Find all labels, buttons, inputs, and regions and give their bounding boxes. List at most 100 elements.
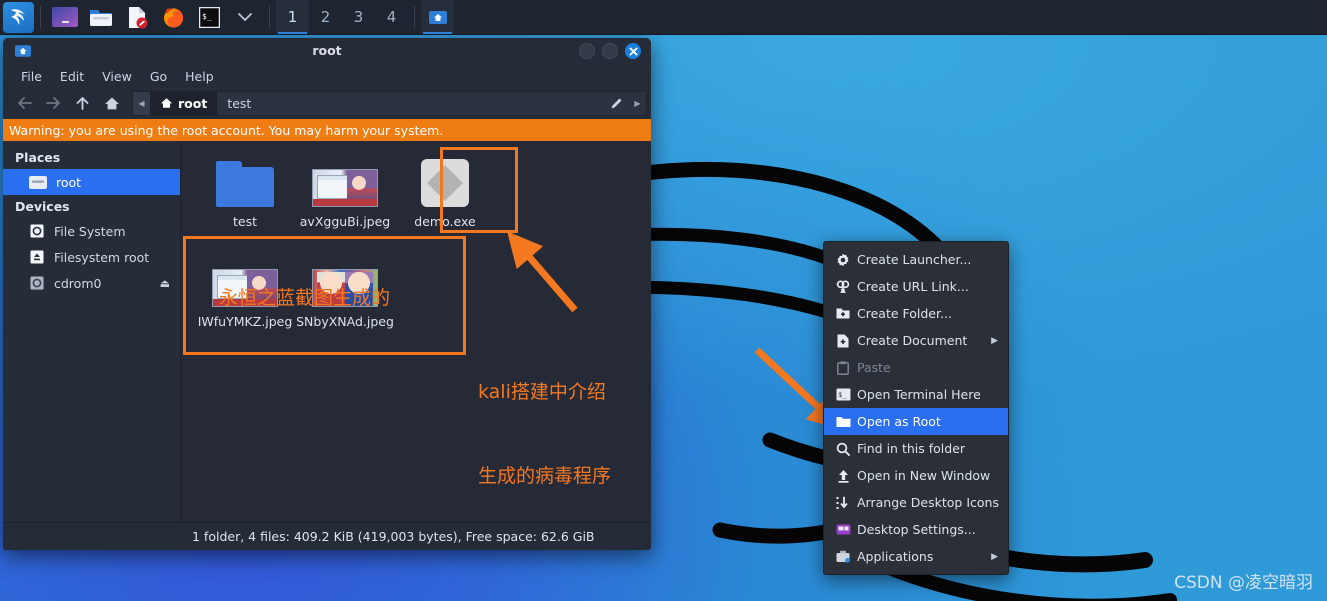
home-button[interactable] <box>98 91 125 115</box>
home-icon <box>160 97 173 109</box>
file-thumb <box>216 151 274 207</box>
sidebar-item-file-system[interactable]: File System <box>3 218 180 244</box>
quick-launch-file-manager[interactable] <box>86 2 116 32</box>
context-item-create-document[interactable]: Create Document ▶ <box>824 327 1008 354</box>
breadcrumb-empty-area[interactable] <box>261 92 603 115</box>
context-item-label: Open Terminal Here <box>857 387 981 402</box>
eject-icon[interactable]: ⏏ <box>160 277 170 290</box>
link-icon <box>833 280 853 294</box>
workspace-4[interactable]: 4 <box>375 0 408 34</box>
quick-launch-root-terminal[interactable]: $_ <box>194 2 224 32</box>
context-item-label: Paste <box>857 360 891 375</box>
workspace-4-label: 4 <box>387 8 397 26</box>
minimize-button[interactable] <box>579 43 595 59</box>
workspace-3[interactable]: 3 <box>342 0 375 34</box>
taskbar-separator-3 <box>414 6 415 28</box>
kali-menu-button[interactable] <box>3 2 34 33</box>
up-button[interactable] <box>69 91 96 115</box>
monitor-icon <box>833 524 853 536</box>
upload-arrow-icon <box>833 469 853 483</box>
context-item-label: Create URL Link... <box>857 279 969 294</box>
context-item-label: Create Launcher... <box>857 252 971 267</box>
file-name-label: test <box>233 214 257 229</box>
maximize-button[interactable] <box>602 43 618 59</box>
workspace-3-label: 3 <box>354 8 364 26</box>
forward-button[interactable] <box>40 91 67 115</box>
arrange-icon <box>833 496 853 510</box>
folder-icon <box>89 7 113 28</box>
breadcrumb-item-test[interactable]: test <box>217 92 261 115</box>
workspace-2[interactable]: 2 <box>309 0 342 34</box>
sidebar-item-cdrom0[interactable]: cdrom0 ⏏ <box>3 270 180 296</box>
folder-open-icon <box>833 416 853 428</box>
menu-help[interactable]: Help <box>176 67 223 86</box>
context-item-open-as-root[interactable]: Open as Root <box>824 408 1008 435</box>
taskbar: $_ 1 2 3 4 <box>0 0 1327 35</box>
file-item-iwfuymkz[interactable]: IWfuYMKZ.jpeg <box>195 241 295 329</box>
menu-edit[interactable]: Edit <box>51 67 93 86</box>
window-icon-home-folder <box>15 44 31 58</box>
sidebar-item-root[interactable]: root <box>3 169 180 195</box>
menu-file[interactable]: File <box>12 67 51 86</box>
close-button[interactable] <box>625 43 641 59</box>
menu-view[interactable]: View <box>93 67 141 86</box>
harddisk-icon <box>29 223 45 239</box>
menu-bar: File Edit View Go Help <box>3 64 651 89</box>
context-item-create-url-link[interactable]: Create URL Link... <box>824 273 1008 300</box>
context-item-open-terminal-here[interactable]: $_ Open Terminal Here <box>824 381 1008 408</box>
quick-launch-terminal-emulator[interactable] <box>50 2 80 32</box>
context-item-create-folder[interactable]: Create Folder... <box>824 300 1008 327</box>
file-thumb <box>421 151 469 207</box>
root-warning-text: Warning: you are using the root account.… <box>9 123 443 138</box>
context-item-create-launcher[interactable]: Create Launcher... <box>824 246 1008 273</box>
back-button[interactable] <box>11 91 38 115</box>
quick-launch-firefox[interactable] <box>158 2 188 32</box>
file-item-avxggubi[interactable]: avXgguBi.jpeg <box>295 141 395 229</box>
menu-go[interactable]: Go <box>141 67 176 86</box>
context-item-desktop-settings[interactable]: Desktop Settings... <box>824 516 1008 543</box>
quick-launch-dropdown[interactable] <box>230 2 260 32</box>
status-bar: 1 folder, 4 files: 409.2 KiB (419,003 by… <box>3 522 651 550</box>
breadcrumb-scroll-right[interactable]: ▶ <box>629 92 646 115</box>
breadcrumb-root-label: root <box>178 96 207 111</box>
sidebar-item-filesystem-root[interactable]: Filesystem root <box>3 244 180 270</box>
context-item-label: Arrange Desktop Icons <box>857 495 999 510</box>
workspace-1[interactable]: 1 <box>276 0 309 34</box>
breadcrumb-item-root[interactable]: root <box>150 92 217 115</box>
file-list-area[interactable]: test avXgguBi.jpeg <box>181 141 651 522</box>
breadcrumb-scroll-left[interactable]: ◀ <box>133 92 150 115</box>
gear-icon <box>833 253 853 267</box>
terminal-purple-icon <box>52 7 78 27</box>
home-folder-icon <box>29 175 47 190</box>
csdn-watermark: CSDN @凌空暗羽 <box>1174 568 1313 593</box>
context-item-arrange-desktop-icons[interactable]: Arrange Desktop Icons <box>824 489 1008 516</box>
taskbar-window-button-root[interactable] <box>421 0 454 34</box>
terminal-icon: $_ <box>833 388 853 401</box>
context-item-open-in-new-window[interactable]: Open in New Window <box>824 462 1008 489</box>
desktop-context-menu: Create Launcher... Create URL Link... Cr… <box>823 241 1009 575</box>
kali-dragon-icon <box>7 5 31 29</box>
svg-text:$_: $_ <box>202 12 212 21</box>
document-plus-icon <box>833 334 853 348</box>
file-row-1: test avXgguBi.jpeg <box>181 141 651 229</box>
taskbar-separator-1 <box>40 6 41 28</box>
drive-icon <box>29 249 45 265</box>
home-folder-icon <box>429 10 447 25</box>
context-item-applications[interactable]: Applications ▶ <box>824 543 1008 570</box>
pencil-icon <box>609 96 624 111</box>
file-manager-window: root File Edit View Go Help <box>3 38 651 550</box>
edit-path-button[interactable] <box>603 92 629 115</box>
sidebar-item-root-label: root <box>56 175 81 190</box>
quick-launch-text-editor[interactable] <box>122 2 152 32</box>
file-item-snbyxnad[interactable]: SNbyXNAd.jpeg <box>295 241 395 329</box>
sidebar-heading-places: Places <box>3 146 180 169</box>
submenu-arrow-icon: ▶ <box>991 552 998 562</box>
image-thumbnail <box>312 269 378 307</box>
context-item-find-in-this-folder[interactable]: Find in this folder <box>824 435 1008 462</box>
window-titlebar[interactable]: root <box>3 38 651 64</box>
file-item-test[interactable]: test <box>195 141 295 229</box>
file-item-demo-exe[interactable]: demo.exe <box>395 141 495 229</box>
firefox-icon <box>162 6 185 29</box>
sidebar-item-cdrom0-label: cdrom0 <box>54 276 101 291</box>
search-icon <box>833 442 853 456</box>
